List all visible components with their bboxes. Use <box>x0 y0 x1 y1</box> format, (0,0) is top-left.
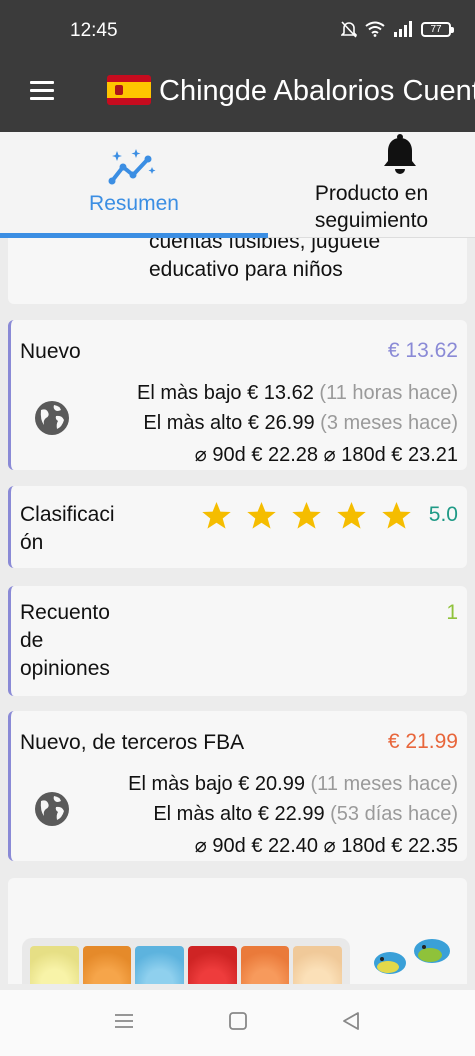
star-icon <box>382 501 411 529</box>
rating-stars <box>201 500 412 531</box>
fba-price-label: Nuevo, de terceros FBA <box>20 731 245 754</box>
new-highest-row: El màs alto € 26.99 (3 meses hace) <box>143 412 458 434</box>
star-icon <box>247 501 276 529</box>
fba-lowest-row: El màs bajo € 20.99 (11 meses hace) <box>128 773 458 795</box>
app-bar: Chingde Abalorios Cuentas fusibles <box>0 60 475 132</box>
mute-icon <box>341 21 357 38</box>
review-count-value: 1 <box>446 601 458 624</box>
bell-icon <box>384 134 416 174</box>
star-icon <box>292 501 321 529</box>
star-icon <box>337 501 366 529</box>
rating-label: Clasificaci ón <box>20 503 115 554</box>
product-image <box>22 938 350 984</box>
battery-icon: 77 <box>421 21 454 37</box>
tab-resumen[interactable]: Resumen <box>0 132 268 238</box>
trend-sparkle-icon <box>108 149 156 185</box>
product-title-card: cuentas fusibles, juguete educativo para… <box>8 238 467 304</box>
wifi-icon <box>365 21 385 37</box>
globe-icon <box>35 792 69 826</box>
new-lowest-row: El màs bajo € 13.62 (11 horas hace) <box>137 382 458 404</box>
status-bar: 12:45 77 <box>0 0 475 60</box>
new-price-label: Nuevo <box>20 340 81 363</box>
back-icon[interactable] <box>340 1010 362 1032</box>
status-time: 12:45 <box>70 20 118 41</box>
review-count-card[interactable]: Recuento de opiniones 1 <box>8 586 467 696</box>
status-icons: 77 <box>341 20 454 38</box>
new-average-row: ⌀ 90d € 22.28 ⌀ 180d € 23.21 <box>194 444 458 466</box>
globe-icon <box>35 401 69 435</box>
star-icon <box>202 501 231 529</box>
home-icon[interactable] <box>227 1010 249 1032</box>
fba-highest-row: El màs alto € 22.99 (53 días hace) <box>153 803 458 825</box>
signal-icon <box>394 21 412 37</box>
tab-producto-label: Producto en seguimiento <box>314 182 429 232</box>
product-title: cuentas fusibles, juguete educativo para… <box>149 238 381 281</box>
tab-bar: Resumen Producto en seguimiento <box>0 132 475 238</box>
system-nav-bar <box>0 990 475 1056</box>
fba-average-row: ⌀ 90d € 22.40 ⌀ 180d € 22.35 <box>194 835 458 857</box>
tab-producto-seguimiento[interactable]: Producto en seguimiento <box>268 132 475 238</box>
new-price-value: € 13.62 <box>387 339 458 362</box>
bird-figure-icon <box>374 939 450 974</box>
menu-icon[interactable] <box>30 81 54 103</box>
fba-price-card[interactable]: Nuevo, de terceros FBA € 21.99 El màs ba… <box>8 711 467 861</box>
product-image-card[interactable] <box>8 878 467 984</box>
rating-value: 5.0 <box>428 503 458 526</box>
recent-apps-icon[interactable] <box>113 1010 135 1032</box>
app-title: Chingde Abalorios Cuentas fusibles <box>159 75 475 107</box>
fba-price-value: € 21.99 <box>387 730 458 753</box>
main-content[interactable]: cuentas fusibles, juguete educativo para… <box>0 238 475 984</box>
review-count-label: Recuento de opiniones <box>20 601 110 680</box>
new-price-card[interactable]: Nuevo € 13.62 El màs bajo € 13.62 (11 ho… <box>8 320 467 470</box>
tab-resumen-label: Resumen <box>89 192 179 215</box>
spain-flag-icon <box>107 75 151 105</box>
rating-card[interactable]: Clasificaci ón 5.0 <box>8 486 467 568</box>
